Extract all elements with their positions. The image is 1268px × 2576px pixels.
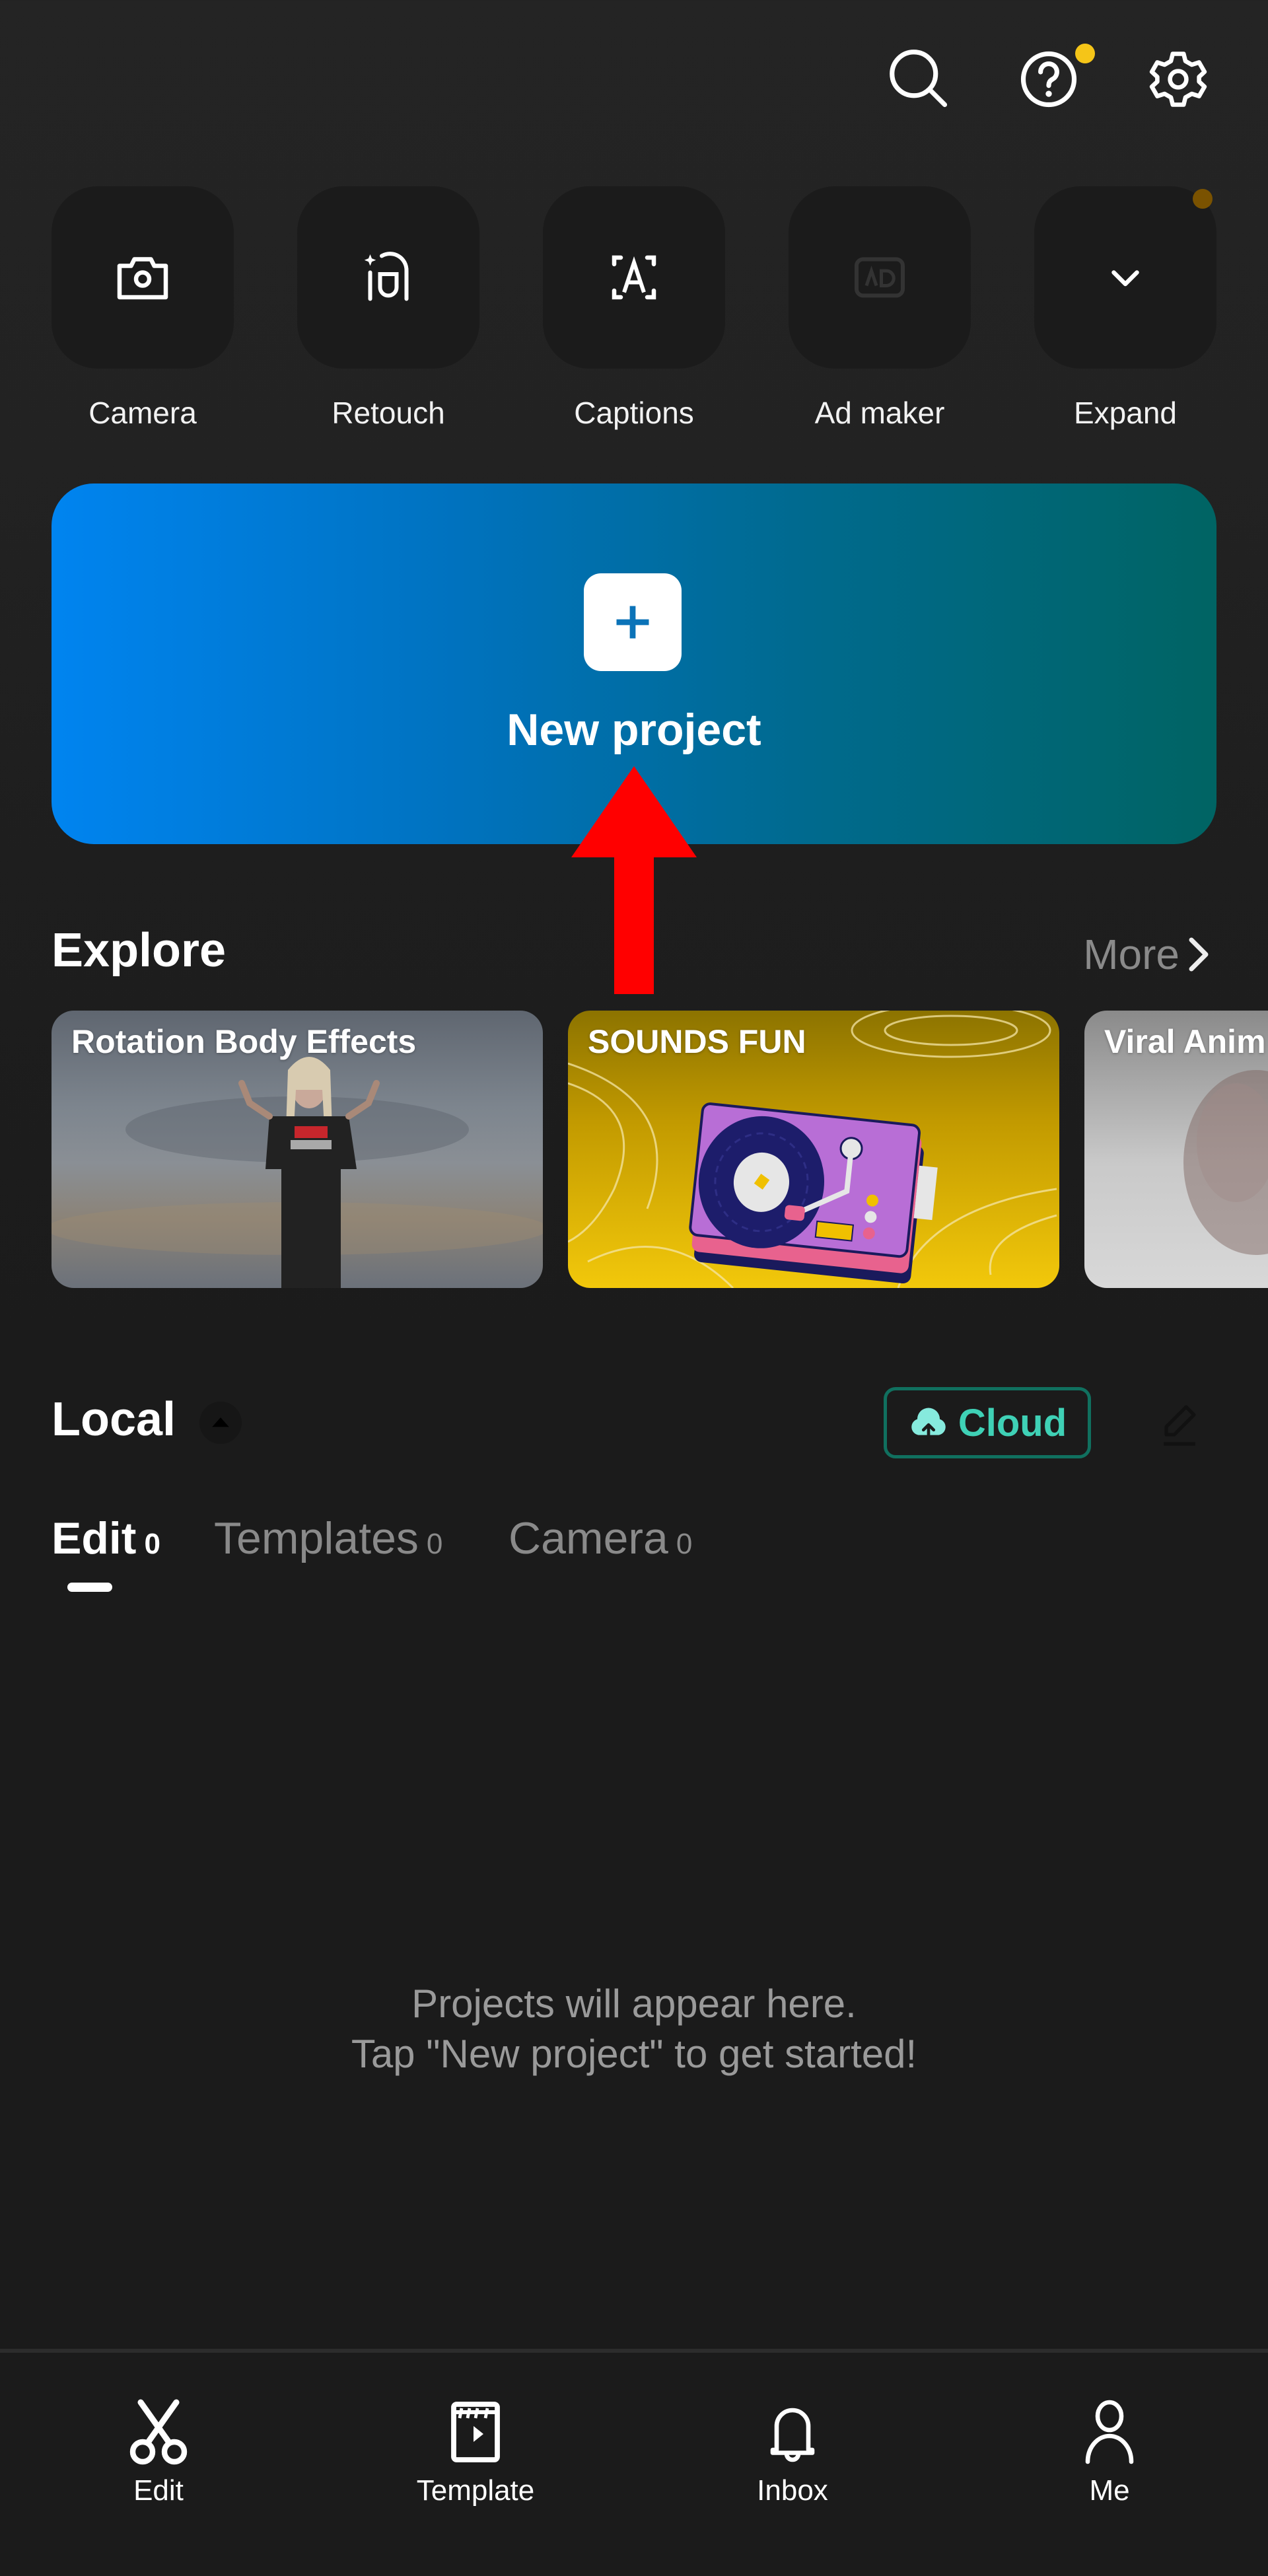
tool-label: Retouch [332, 396, 445, 430]
ad-maker-icon [855, 257, 905, 298]
captions-icon [612, 255, 656, 300]
red-arrow-annotation [571, 766, 697, 994]
cloud-upload-icon [911, 1408, 946, 1439]
bell-icon [770, 2408, 815, 2462]
local-collapse-toggle[interactable] [199, 1402, 242, 1444]
tab-edit[interactable]: Edit 0 [52, 1513, 160, 1564]
cloud-label: Cloud [958, 1401, 1067, 1445]
empty-state-line1: Projects will appear here. [411, 1982, 857, 2026]
expand-notification-dot [1193, 189, 1213, 209]
tab-label: Camera [509, 1513, 668, 1563]
nav-label: Template [416, 2474, 535, 2507]
bottom-navigation: Edit Template Inbox Me [0, 2349, 1268, 2576]
caret-up-icon [212, 1417, 229, 1427]
retouch-icon [364, 252, 409, 301]
card-title: Rotation Body Effects [71, 1023, 417, 1060]
nav-label: Edit [133, 2474, 184, 2507]
tool-captions[interactable]: Captions [543, 186, 725, 431]
tab-camera[interactable]: Camera 0 [509, 1513, 692, 1564]
empty-state-line2: Tap "New project" to get started! [351, 2032, 917, 2076]
help-button[interactable] [1009, 40, 1095, 119]
tool-label: Expand [1073, 396, 1177, 430]
tool-expand[interactable]: Expand [1034, 186, 1216, 431]
tab-count: 0 [144, 1528, 160, 1560]
cloud-button[interactable]: Cloud [884, 1387, 1091, 1458]
explore-title: Explore [52, 924, 227, 977]
plus-icon [616, 606, 649, 639]
explore-card-sounds-fun[interactable]: SOUNDS FUN [568, 1011, 1059, 1288]
tab-templates[interactable]: Templates 0 [214, 1513, 442, 1564]
tab-count: 0 [676, 1528, 693, 1560]
tool-retouch[interactable]: Retouch [297, 186, 479, 431]
nav-item-template[interactable]: Template [376, 2392, 575, 2507]
nav-label: Inbox [757, 2474, 828, 2507]
tab-label: Edit [52, 1513, 137, 1563]
user-icon [1085, 2400, 1134, 2464]
nav-label: Me [1089, 2474, 1130, 2507]
tool-label: Ad maker [814, 396, 945, 430]
plus-box [584, 573, 682, 671]
tool-camera[interactable]: Camera [52, 186, 234, 431]
chevron-down-icon [1111, 270, 1139, 287]
settings-icon [1149, 52, 1207, 107]
explore-card-rotation-body-effects[interactable]: Rotation Body Effects [52, 1011, 543, 1288]
search-icon [890, 50, 948, 108]
nav-item-me[interactable]: Me [1010, 2392, 1209, 2507]
tab-label: Templates [214, 1513, 419, 1563]
tab-count: 0 [426, 1528, 443, 1560]
tool-label: Captions [574, 396, 694, 430]
camera-icon [117, 257, 168, 300]
explore-card-viral-anim[interactable]: Viral Anim [1084, 1011, 1268, 1288]
help-icon [1020, 51, 1077, 108]
settings-button[interactable] [1139, 40, 1218, 119]
empty-state-message: Projects will appear here. Tap "New proj… [0, 1979, 1268, 2079]
more-label: More [1083, 931, 1180, 978]
card-title: Viral Anim [1104, 1023, 1266, 1060]
chevron-right-icon [1189, 937, 1209, 972]
card-title: SOUNDS FUN [588, 1023, 806, 1060]
active-tab-indicator [67, 1583, 112, 1592]
local-title: Local [52, 1393, 176, 1446]
scissors-icon [129, 2399, 188, 2465]
search-button[interactable] [880, 40, 959, 119]
tool-ad-maker[interactable]: Ad maker [789, 186, 971, 431]
edit-pencil-icon[interactable] [1153, 1398, 1206, 1450]
tool-label: Camera [88, 396, 197, 430]
nav-item-edit[interactable]: Edit [59, 2392, 258, 2507]
nav-item-inbox[interactable]: Inbox [693, 2392, 892, 2507]
new-project-label: New project [507, 705, 761, 755]
explore-more-link[interactable]: More [1083, 930, 1213, 979]
template-icon [451, 2402, 500, 2462]
help-notification-dot [1075, 44, 1095, 63]
